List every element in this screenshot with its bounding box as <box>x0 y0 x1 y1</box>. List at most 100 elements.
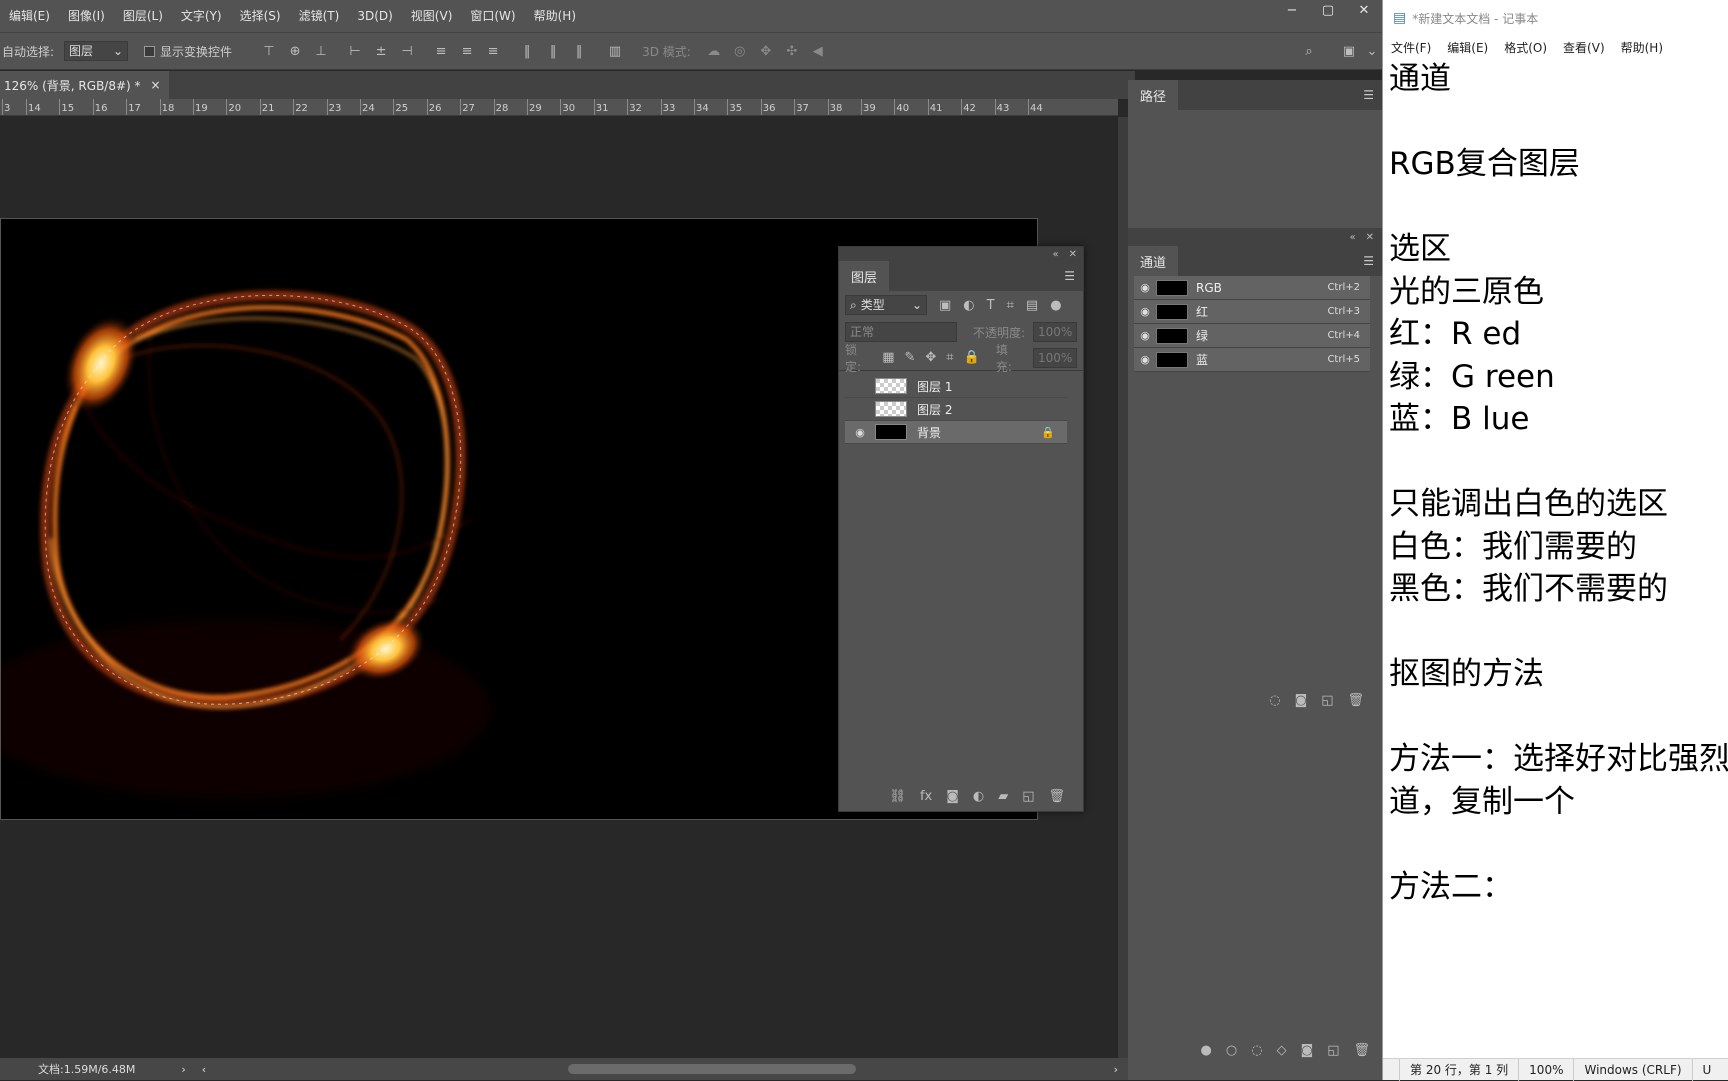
horizontal-scrollbar-thumb[interactable] <box>568 1064 856 1074</box>
channel-row-blue[interactable]: ◉ 蓝 Ctrl+5 <box>1134 348 1370 372</box>
channel-row-red[interactable]: ◉ 红 Ctrl+3 <box>1134 300 1370 324</box>
lock-artboard-icon[interactable]: ⌗ <box>946 350 953 365</box>
filter-shape-icon[interactable]: ⌗ <box>1007 298 1014 313</box>
notepad-menu-item-0[interactable]: 文件(F) <box>1383 39 1439 56</box>
trash-icon[interactable]: 🗑 <box>1048 789 1065 804</box>
chevron-down-icon[interactable]: ⌄ <box>1362 44 1382 59</box>
distribute-vcenter-icon[interactable]: ≡ <box>454 44 480 59</box>
new-path-icon[interactable]: ◱ <box>1327 1043 1339 1058</box>
add-mask-icon[interactable]: ◙ <box>946 789 959 804</box>
eye-icon[interactable]: ◉ <box>1134 329 1156 342</box>
layer-filter-dropdown[interactable]: ⌕ 类型 ⌄ <box>845 295 927 315</box>
align-bottom-icon[interactable]: ⊥ <box>308 44 334 59</box>
filter-type-icon[interactable]: T <box>987 298 995 313</box>
menu-item-5[interactable]: 滤镜(T) <box>290 0 349 32</box>
lock-position-icon[interactable]: ✥ <box>925 350 936 365</box>
menu-item-6[interactable]: 3D(D) <box>348 0 401 32</box>
lock-paint-icon[interactable]: ✎ <box>904 350 915 365</box>
orbit-3d-icon[interactable]: ☁ <box>701 44 727 59</box>
notepad-menu-item-1[interactable]: 编辑(E) <box>1439 39 1496 56</box>
distribute-left-icon[interactable]: ‖ <box>514 44 540 59</box>
distribute-hcenter-icon[interactable]: ‖ <box>540 44 566 59</box>
scale-3d-icon[interactable]: ◀ <box>805 44 831 59</box>
menu-item-2[interactable]: 图层(L) <box>114 0 172 32</box>
tab-layers[interactable]: 图层 <box>839 261 890 291</box>
adjustment-layer-icon[interactable]: ◐ <box>973 789 984 804</box>
tab-paths[interactable]: 路径 <box>1128 80 1179 110</box>
eye-icon[interactable]: ◉ <box>845 426 875 439</box>
channel-row-green[interactable]: ◉ 绿 Ctrl+4 <box>1134 324 1370 348</box>
close-icon[interactable]: × <box>151 78 161 92</box>
align-right-icon[interactable]: ⊣ <box>394 44 420 59</box>
notepad-menu-item-2[interactable]: 格式(O) <box>1496 39 1555 56</box>
layer-row[interactable]: 图层 2 <box>845 398 1067 421</box>
document-tab[interactable]: 126% (背景, RGB/8#) * × <box>0 71 169 99</box>
panel-menu-icon[interactable]: ☰ <box>1056 261 1083 291</box>
notepad-text-area[interactable]: 通道 RGB复合图层 选区 光的三原色 红：R ed 绿：G reen 蓝：B … <box>1389 58 1728 1052</box>
align-hcenter-icon[interactable]: ± <box>368 44 394 59</box>
close-icon[interactable]: ✕ <box>1069 249 1077 260</box>
notepad-menu-item-4[interactable]: 帮助(H) <box>1613 39 1671 56</box>
workspace-icon[interactable]: ▣ <box>1336 44 1362 59</box>
collapse-icon[interactable]: « <box>1349 232 1355 243</box>
stroke-path-icon[interactable]: ○ <box>1226 1043 1237 1058</box>
menu-item-0[interactable]: 编辑(E) <box>0 0 59 32</box>
auto-select-dropdown[interactable]: 图层 ⌄ <box>64 41 129 61</box>
chevron-right-icon[interactable]: › <box>181 1063 185 1076</box>
filter-smart-object-icon[interactable]: ▤ <box>1026 298 1038 313</box>
eye-icon[interactable]: ◉ <box>1134 353 1156 366</box>
eye-icon[interactable]: ◉ <box>1134 281 1156 294</box>
fx-icon[interactable]: fx <box>920 789 932 804</box>
auto-align-icon[interactable]: ▥ <box>602 44 628 59</box>
menu-item-1[interactable]: 图像(I) <box>59 0 114 32</box>
menu-item-8[interactable]: 窗口(W) <box>461 0 524 32</box>
filter-adjustment-icon[interactable]: ◐ <box>963 298 974 313</box>
distribute-right-icon[interactable]: ‖ <box>566 44 592 59</box>
filter-pixel-icon[interactable]: ▣ <box>939 298 951 313</box>
layer-row[interactable]: 图层 1 <box>845 375 1067 398</box>
vertical-scrollbar[interactable] <box>1118 117 1128 1065</box>
minimize-button[interactable]: − <box>1274 0 1310 22</box>
menu-item-9[interactable]: 帮助(H) <box>525 0 585 32</box>
close-button[interactable]: ✕ <box>1346 0 1382 22</box>
blend-mode-dropdown[interactable]: 正常 <box>845 322 957 342</box>
lock-transparent-icon[interactable]: ▦ <box>882 350 894 365</box>
panel-menu-icon[interactable]: ☰ <box>1355 246 1382 276</box>
load-selection-icon[interactable]: ◌ <box>1269 693 1280 708</box>
roll-3d-icon[interactable]: ◎ <box>727 44 753 59</box>
align-left-icon[interactable]: ⊢ <box>342 44 368 59</box>
new-layer-icon[interactable]: ◱ <box>1022 789 1034 804</box>
notepad-menu-item-3[interactable]: 查看(V) <box>1555 39 1613 56</box>
save-selection-icon[interactable]: ◙ <box>1295 693 1308 708</box>
make-work-path-icon[interactable]: ◇ <box>1277 1043 1287 1058</box>
fill-input[interactable]: 100% <box>1033 347 1077 368</box>
close-icon[interactable]: ✕ <box>1366 232 1374 243</box>
slide-3d-icon[interactable]: ✣ <box>779 44 805 59</box>
show-transform-checkbox[interactable] <box>144 45 156 57</box>
link-layers-icon[interactable]: ⛓ <box>889 789 906 804</box>
distribute-bottom-icon[interactable]: ≡ <box>480 44 506 59</box>
add-mask-icon[interactable]: ◙ <box>1301 1043 1314 1058</box>
lock-all-icon[interactable]: 🔒 <box>964 350 980 365</box>
new-group-icon[interactable]: ▰ <box>998 789 1008 804</box>
align-top-icon[interactable]: ⊤ <box>256 44 282 59</box>
maximize-button[interactable]: ▢ <box>1310 0 1346 22</box>
filter-toggle-icon[interactable]: ● <box>1050 298 1061 313</box>
load-path-selection-icon[interactable]: ◌ <box>1251 1043 1262 1058</box>
collapse-icon[interactable]: « <box>1052 249 1058 260</box>
align-vcenter-icon[interactable]: ⊕ <box>282 44 308 59</box>
trash-icon[interactable]: 🗑 <box>1353 1043 1370 1058</box>
scroll-right-arrow[interactable]: › <box>1114 1063 1118 1076</box>
opacity-input[interactable]: 100% <box>1033 322 1077 342</box>
menu-item-4[interactable]: 选择(S) <box>231 0 290 32</box>
drag-3d-icon[interactable]: ✥ <box>753 44 779 59</box>
trash-icon[interactable]: 🗑 <box>1347 693 1364 708</box>
channel-row-rgb[interactable]: ◉ RGB Ctrl+2 <box>1134 276 1370 300</box>
new-channel-icon[interactable]: ◱ <box>1321 693 1333 708</box>
eye-icon[interactable]: ◉ <box>1134 305 1156 318</box>
tab-channels[interactable]: 通道 <box>1128 246 1179 276</box>
layer-row-selected[interactable]: ◉ 背景 🔒 <box>845 421 1067 444</box>
search-icon[interactable]: ⌕ <box>1296 44 1322 59</box>
scroll-left-arrow[interactable]: ‹ <box>202 1063 206 1076</box>
fill-path-icon[interactable]: ● <box>1201 1043 1212 1058</box>
